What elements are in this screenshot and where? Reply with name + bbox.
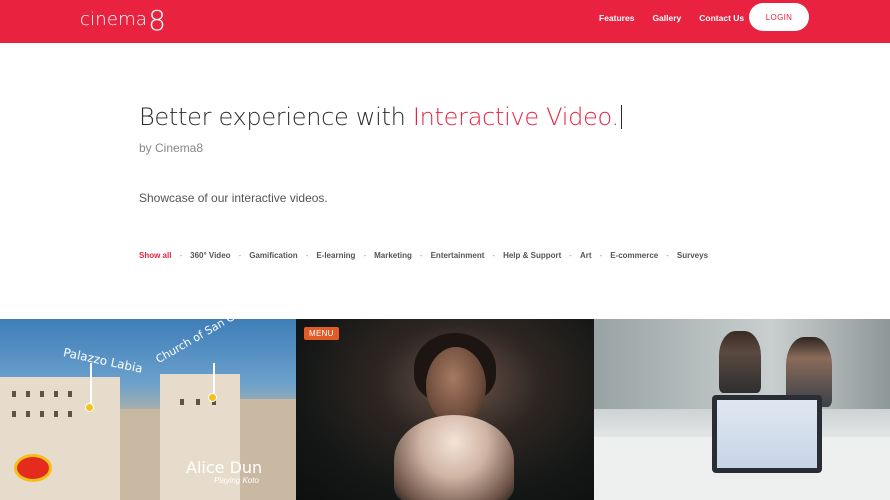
logo-mark: 8: [148, 4, 167, 37]
filter-surveys[interactable]: Surveys: [677, 251, 708, 260]
filter-separator: -: [492, 251, 496, 260]
headline-accent: Interactive Video.: [412, 103, 619, 131]
channel-logo-icon: [14, 454, 52, 482]
building-left: [0, 377, 120, 500]
window: [54, 391, 58, 397]
video-gallery: Palazzo Labia Church of San Geremia Alic…: [0, 319, 890, 500]
window: [40, 411, 44, 417]
typing-caret: [620, 105, 623, 129]
laptop-screen: [717, 400, 817, 468]
poi-connector: [213, 363, 215, 395]
byline: by Cinema8: [139, 141, 204, 155]
intro-text: Showcase of our interactive videos.: [139, 191, 328, 205]
window: [26, 411, 30, 417]
nav-contact-link[interactable]: Contact Us: [699, 13, 744, 23]
cinema8-logo[interactable]: cinema 8: [80, 2, 166, 35]
poi-label-church: Church of San Geremia: [153, 319, 271, 366]
window: [40, 391, 44, 397]
filter-marketing[interactable]: Marketing: [374, 251, 412, 260]
person-woman: [719, 331, 761, 393]
window: [12, 391, 16, 397]
overlay-person-name: Alice Dun: [186, 458, 263, 477]
window: [26, 391, 30, 397]
filter-360-video[interactable]: 360° Video: [190, 251, 230, 260]
filter-show-all[interactable]: Show all: [139, 251, 171, 260]
video-tile-360-venice[interactable]: Palazzo Labia Church of San Geremia Alic…: [0, 319, 296, 500]
nav-features-link[interactable]: Features: [599, 13, 634, 23]
main-nav: Features Gallery Contact Us: [599, 13, 762, 23]
filter-e-commerce[interactable]: E-commerce: [610, 251, 658, 260]
video-tile-office[interactable]: [594, 319, 890, 500]
window: [196, 399, 200, 405]
window: [12, 411, 16, 417]
window: [68, 391, 72, 397]
poi-label-palazzo-labia: Palazzo Labia: [62, 345, 144, 376]
filter-help-support[interactable]: Help & Support: [503, 251, 561, 260]
filter-gamification[interactable]: Gamification: [249, 251, 297, 260]
video-tile-menu[interactable]: MENU: [296, 319, 594, 500]
headline-main: Better experience with: [139, 103, 413, 131]
filter-separator: -: [238, 251, 242, 260]
filter-entertainment[interactable]: Entertainment: [431, 251, 485, 260]
filter-separator: -: [179, 251, 183, 260]
filter-separator: -: [599, 251, 603, 260]
top-navbar: cinema 8 Features Gallery Contact Us LOGI…: [0, 0, 890, 43]
page-headline: Better experience with Interactive Video…: [139, 103, 623, 131]
filter-separator: -: [419, 251, 423, 260]
laptop: [712, 395, 822, 473]
subject-feathers: [394, 415, 514, 500]
building-middle: [120, 409, 160, 500]
category-filters: Show all - 360° Video - Gamification - E…: [139, 251, 708, 260]
nav-gallery-link[interactable]: Gallery: [652, 13, 681, 23]
poi-hotspot-icon[interactable]: [208, 393, 217, 402]
window: [68, 411, 72, 417]
filter-separator: -: [666, 251, 669, 260]
filter-separator: -: [305, 251, 309, 260]
window: [54, 411, 58, 417]
poi-hotspot-icon[interactable]: [85, 403, 94, 412]
window: [180, 399, 184, 405]
filter-separator: -: [569, 251, 572, 260]
filter-separator: -: [363, 251, 367, 260]
menu-badge[interactable]: MENU: [304, 327, 339, 340]
subject-face: [426, 347, 486, 425]
overlay-person-subtitle: Playing Koto: [214, 476, 259, 485]
filter-art[interactable]: Art: [580, 251, 592, 260]
poi-connector: [90, 363, 92, 405]
filter-e-learning[interactable]: E-learning: [316, 251, 355, 260]
logo-text: cinema: [80, 9, 148, 30]
login-button[interactable]: LOGIN: [749, 3, 809, 31]
